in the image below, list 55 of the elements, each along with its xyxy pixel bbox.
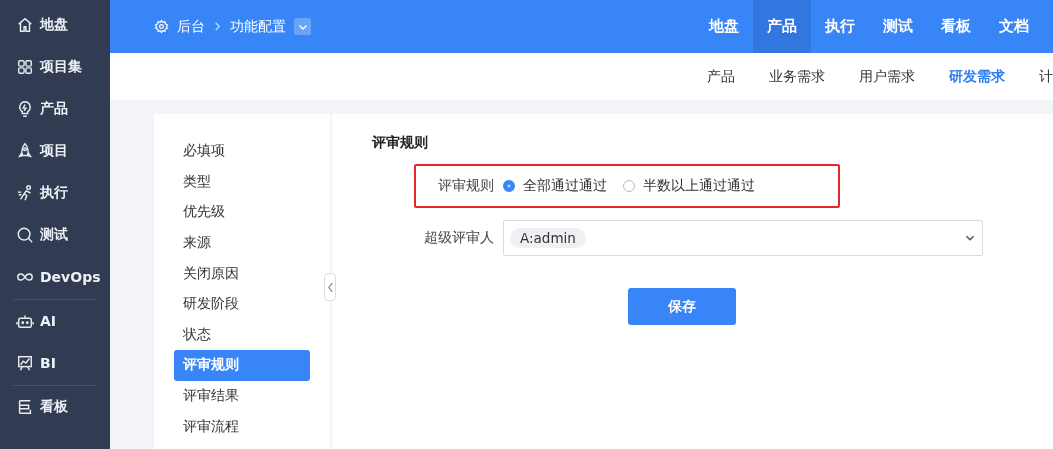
nav-tab[interactable]: 测试 bbox=[869, 0, 927, 53]
nav-tab[interactable]: 文档 bbox=[985, 0, 1043, 53]
sidebar-item[interactable]: 产品 bbox=[0, 88, 110, 130]
dropdown-button[interactable] bbox=[294, 18, 311, 35]
sidebar-item[interactable]: 测试 bbox=[0, 214, 110, 256]
breadcrumb-item[interactable]: 功能配置 bbox=[230, 17, 286, 36]
board-icon bbox=[16, 398, 34, 416]
radio-button[interactable] bbox=[503, 180, 515, 192]
sidebar-item[interactable]: 项目集 bbox=[0, 46, 110, 88]
home-icon bbox=[16, 16, 34, 34]
menu-item[interactable]: 评审规则 bbox=[174, 350, 310, 381]
runner-icon bbox=[16, 184, 34, 202]
menu-item[interactable]: 优先级 bbox=[174, 197, 310, 228]
grid-icon bbox=[16, 58, 34, 76]
section-title: 评审规则 bbox=[372, 134, 429, 152]
menu-item[interactable]: 来源 bbox=[174, 227, 310, 259]
menu-item[interactable]: 研发阶段 bbox=[174, 288, 310, 320]
menu-item[interactable]: 评审流程 bbox=[174, 411, 310, 442]
field-label: 超级评审人 bbox=[423, 229, 495, 247]
field-label: 评审规则 bbox=[437, 177, 495, 195]
menu-item[interactable]: 评审结果 bbox=[174, 380, 310, 412]
nav-tab[interactable]: 地盘 bbox=[695, 0, 753, 53]
menu-item[interactable]: 状态 bbox=[174, 319, 310, 351]
settings-icon bbox=[154, 19, 169, 34]
rocket-icon bbox=[16, 142, 34, 160]
nav-tab[interactable]: 看板 bbox=[927, 0, 985, 53]
breadcrumb-item[interactable]: 后台 bbox=[177, 17, 205, 36]
menu-item[interactable]: 类型 bbox=[174, 166, 310, 198]
collapse-button[interactable] bbox=[324, 273, 336, 301]
nav-tab[interactable]: 产品 bbox=[753, 0, 811, 53]
sidebar-item[interactable]: BI bbox=[0, 342, 110, 384]
sub-nav-tab[interactable]: 产品 bbox=[707, 67, 735, 86]
save-button[interactable]: 保存 bbox=[628, 288, 736, 325]
sidebar-item[interactable]: AI bbox=[0, 300, 110, 342]
sub-nav-tab[interactable]: 业务需求 bbox=[769, 67, 825, 86]
sub-nav-tab[interactable]: 计 bbox=[1039, 67, 1053, 86]
sidebar-item[interactable]: 项目 bbox=[0, 130, 110, 172]
sub-nav-tab[interactable]: 用户需求 bbox=[859, 67, 915, 86]
user-tag: A:admin bbox=[510, 228, 586, 248]
search-icon bbox=[16, 226, 34, 244]
chevron-right-icon bbox=[213, 22, 222, 31]
lightbulb-icon bbox=[16, 100, 34, 118]
sidebar-item[interactable]: 看板 bbox=[0, 386, 110, 428]
menu-item[interactable]: 必填项 bbox=[174, 136, 310, 167]
nav-tab[interactable]: 执行 bbox=[811, 0, 869, 53]
sub-nav-tab[interactable]: 研发需求 bbox=[949, 67, 1005, 86]
select-field[interactable]: A:admin bbox=[503, 220, 983, 256]
menu-item[interactable]: 关闭原因 bbox=[174, 258, 310, 289]
radio-option[interactable]: 全部通过通过 bbox=[503, 177, 607, 195]
radio-option[interactable]: 半数以上通过通过 bbox=[623, 177, 755, 195]
chevron-left-icon bbox=[326, 281, 334, 293]
sidebar-item[interactable]: DevOps bbox=[0, 256, 110, 298]
chart-icon bbox=[16, 354, 34, 372]
sidebar-item[interactable]: 地盘 bbox=[0, 4, 110, 46]
sidebar-item[interactable]: 执行 bbox=[0, 172, 110, 214]
